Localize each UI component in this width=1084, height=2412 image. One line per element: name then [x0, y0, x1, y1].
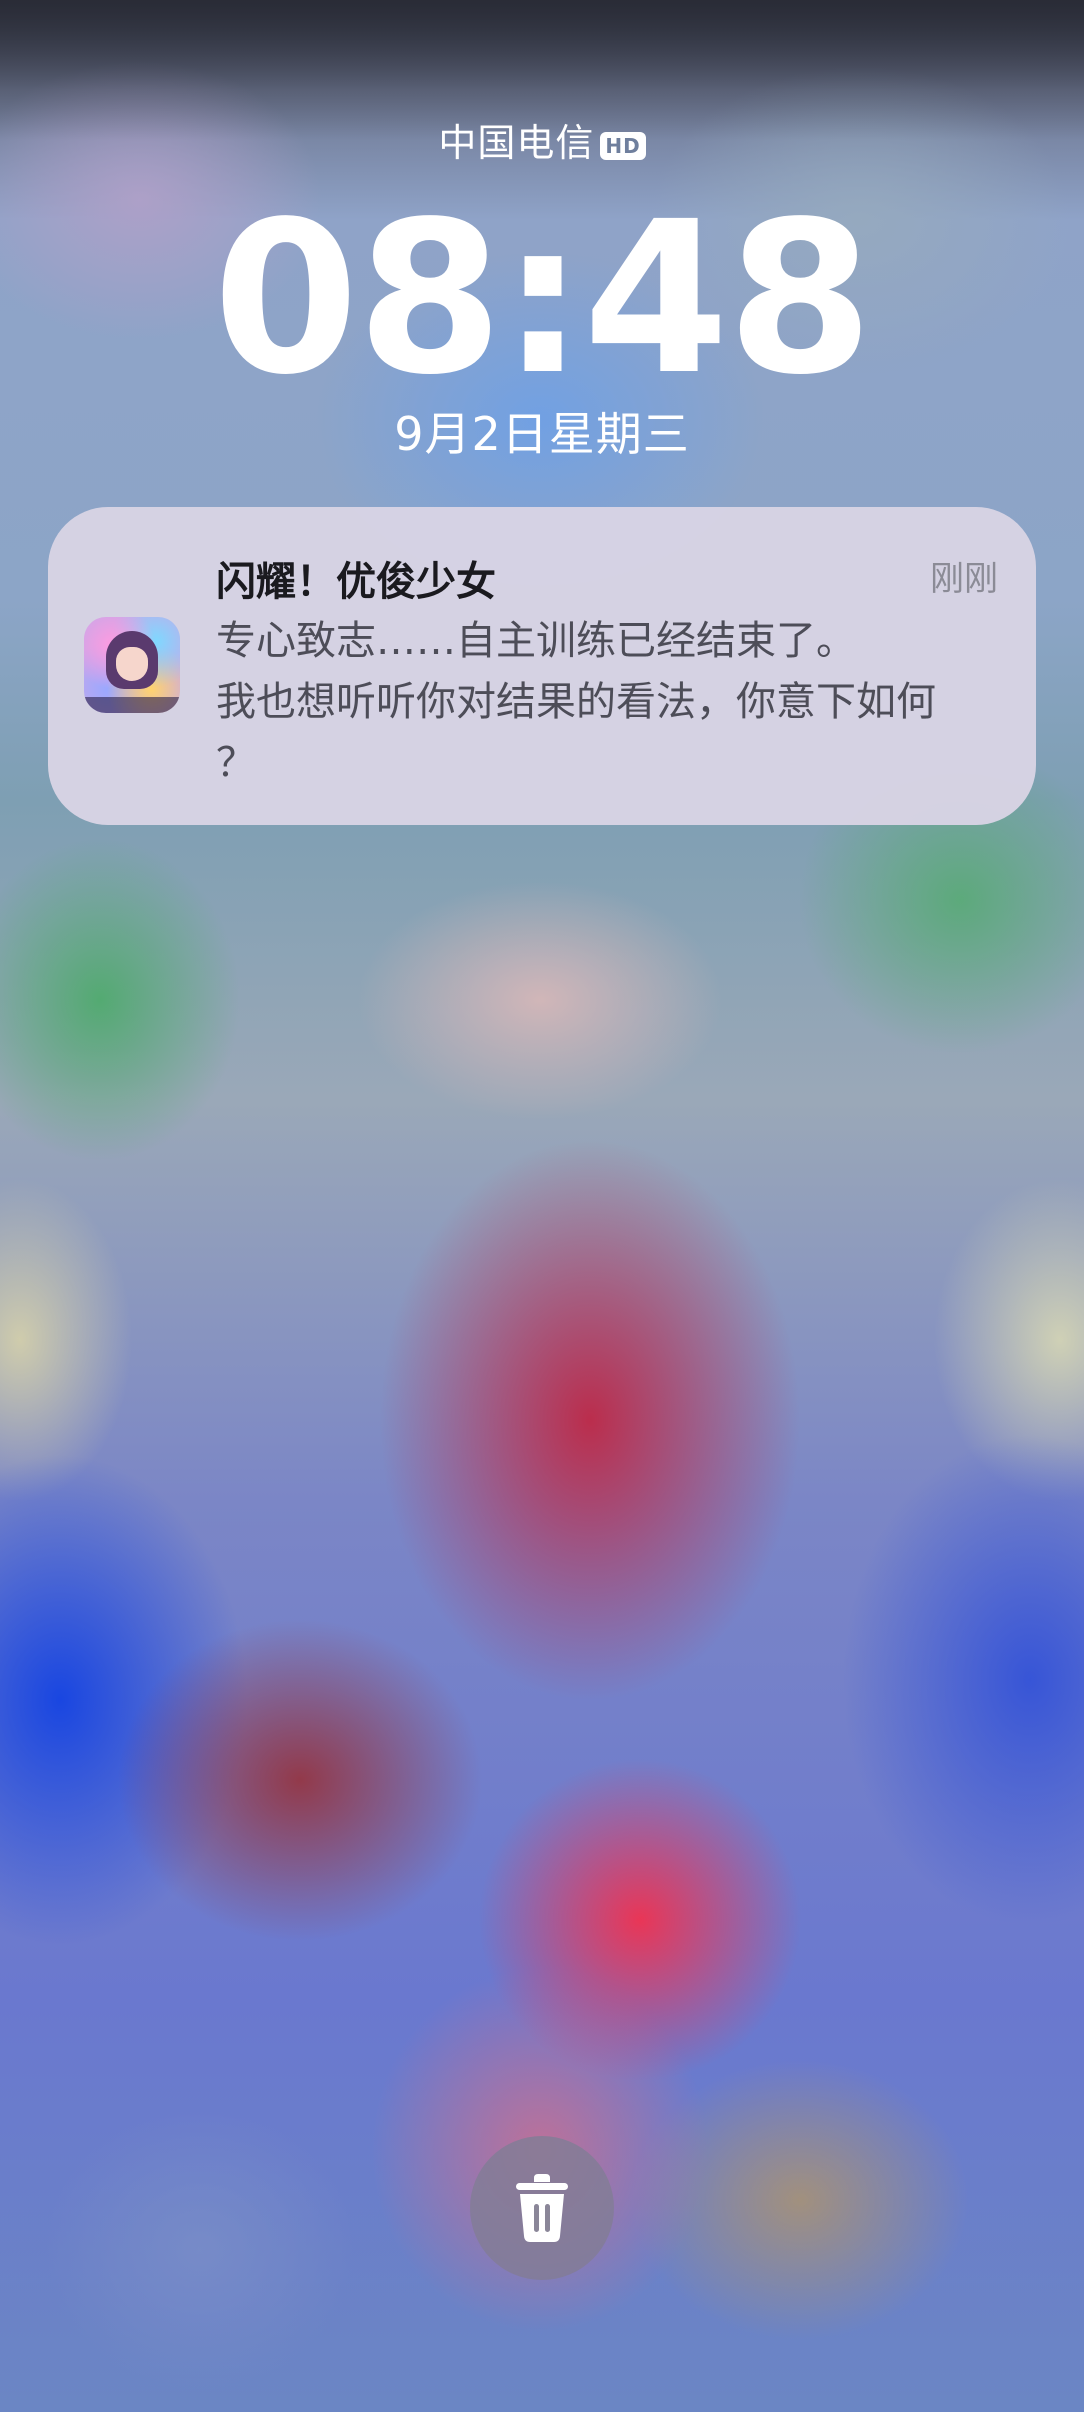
carrier-label: 中国电信 HD — [0, 112, 1084, 167]
lock-screen: 中国电信 HD 08:48 9月2日星期三 闪耀！优俊少女 刚刚 专心致志……自主… — [0, 0, 1084, 2412]
app-character-icon — [84, 617, 180, 713]
notification-app-name: 闪耀！优俊少女 — [216, 559, 496, 605]
icon-badge — [84, 697, 180, 713]
notification-timestamp: 刚刚 — [930, 559, 998, 599]
clear-notifications-button[interactable] — [470, 2136, 614, 2280]
message-line: ？ — [216, 740, 256, 786]
notification-message: 专心致志……自主训练已经结束了。 我也想听听你对结果的看法，你意下如何 ？ — [216, 611, 1006, 794]
clock-date: 9月2日星期三 — [394, 407, 690, 461]
hd-badge: HD — [600, 132, 646, 160]
trash-icon — [516, 2174, 568, 2242]
message-line: 专心致志……自主训练已经结束了。 — [216, 618, 856, 664]
message-line: 我也想听听你对结果的看法，你意下如何 — [216, 679, 936, 725]
icon-face — [116, 647, 148, 681]
notification-card[interactable]: 闪耀！优俊少女 刚刚 专心致志……自主训练已经结束了。 我也想听听你对结果的看法… — [48, 507, 1036, 825]
carrier-name: 中国电信 — [438, 121, 595, 165]
clock-time: 08:48 — [212, 176, 873, 421]
